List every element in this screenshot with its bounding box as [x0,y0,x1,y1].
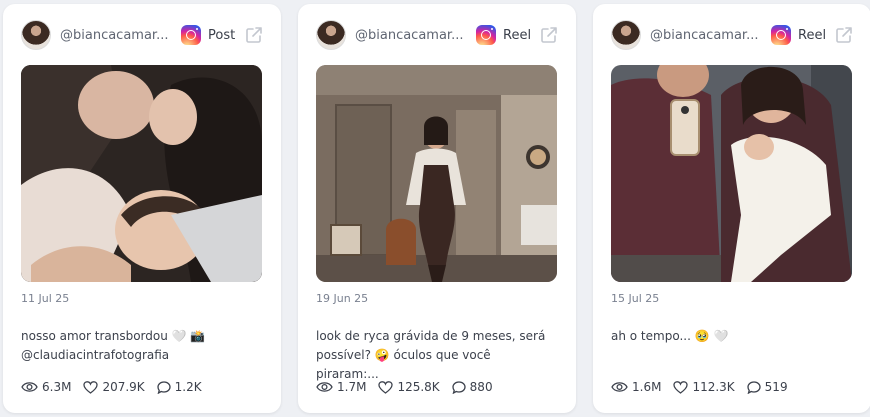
caption-line: ah o tempo... 🥹 🤍 [611,329,729,343]
instagram-icon [181,25,201,45]
caption-line: @claudiacintrafotografia [21,348,170,362]
account-handle[interactable]: @biancacamar... [650,28,762,43]
heart-icon [83,380,99,394]
likes-count: 112.3K [692,380,735,394]
post-stats: 6.3M 207.9K 1.2K [21,380,214,394]
comment-icon [452,380,466,394]
eye-icon [316,382,333,392]
comments-count: 880 [469,380,493,394]
post-type-label: Post [208,27,236,43]
avatar [611,20,641,50]
comments-stat: 519 [747,380,788,394]
comments-stat: 880 [452,380,493,394]
external-link-icon[interactable] [540,26,558,44]
views-count: 6.3M [42,380,72,394]
caption-line: nosso amor transbordou 🤍 📸 [21,329,206,343]
heart-icon [673,380,689,394]
likes-stat: 125.8K [378,380,440,394]
comments-count: 1.2K [174,380,202,394]
external-link-icon[interactable] [835,26,853,44]
post-date: 19 Jun 25 [316,292,369,305]
caption-line: possível? 🤪 óculos que você piraram:... [316,348,491,381]
eye-icon [611,382,628,392]
post-stats: 1.7M 125.8K 880 [316,380,505,394]
external-link-icon[interactable] [245,26,263,44]
account-handle[interactable]: @biancacamar... [60,28,172,43]
heart-icon [378,380,394,394]
likes-stat: 112.3K [673,380,735,394]
views-count: 1.7M [337,380,367,394]
post-caption: look de ryca grávida de 9 meses, será po… [316,327,556,384]
post-card[interactable]: @biancacamar... Post 11 Jul 25 nosso amo… [3,4,281,413]
caption-line: look de ryca grávida de 9 meses, será [316,329,546,343]
post-type-label: Reel [503,27,532,43]
instagram-icon [476,25,496,45]
likes-count: 207.9K [102,380,145,394]
likes-stat: 207.9K [83,380,145,394]
views-stat: 1.6M [611,380,661,394]
card-header: @biancacamar... Reel [611,20,853,50]
post-stats: 1.6M 112.3K 519 [611,380,800,394]
comments-count: 519 [764,380,788,394]
post-date: 11 Jul 25 [21,292,70,305]
card-header: @biancacamar... Reel [316,20,558,50]
comments-stat: 1.2K [157,380,202,394]
post-card[interactable]: @biancacamar... Reel 19 Jun 25 look de r… [298,4,576,413]
post-photo[interactable] [611,65,852,282]
post-caption: ah o tempo... 🥹 🤍 [611,327,851,346]
post-photo[interactable] [21,65,262,282]
instagram-icon [771,25,791,45]
views-count: 1.6M [632,380,662,394]
avatar [316,20,346,50]
post-photo[interactable] [316,65,557,282]
likes-count: 125.8K [397,380,440,394]
avatar [21,20,51,50]
card-header: @biancacamar... Post [21,20,263,50]
account-handle[interactable]: @biancacamar... [355,28,467,43]
post-date: 15 Jul 25 [611,292,660,305]
post-type-label: Reel [798,27,827,43]
eye-icon [21,382,38,392]
post-caption: nosso amor transbordou 🤍 📸 @claudiacintr… [21,327,261,365]
comment-icon [747,380,761,394]
post-card[interactable]: @biancacamar... Reel 15 Jul 25 ah o temp… [593,4,870,413]
views-stat: 6.3M [21,380,71,394]
views-stat: 1.7M [316,380,366,394]
comment-icon [157,380,171,394]
